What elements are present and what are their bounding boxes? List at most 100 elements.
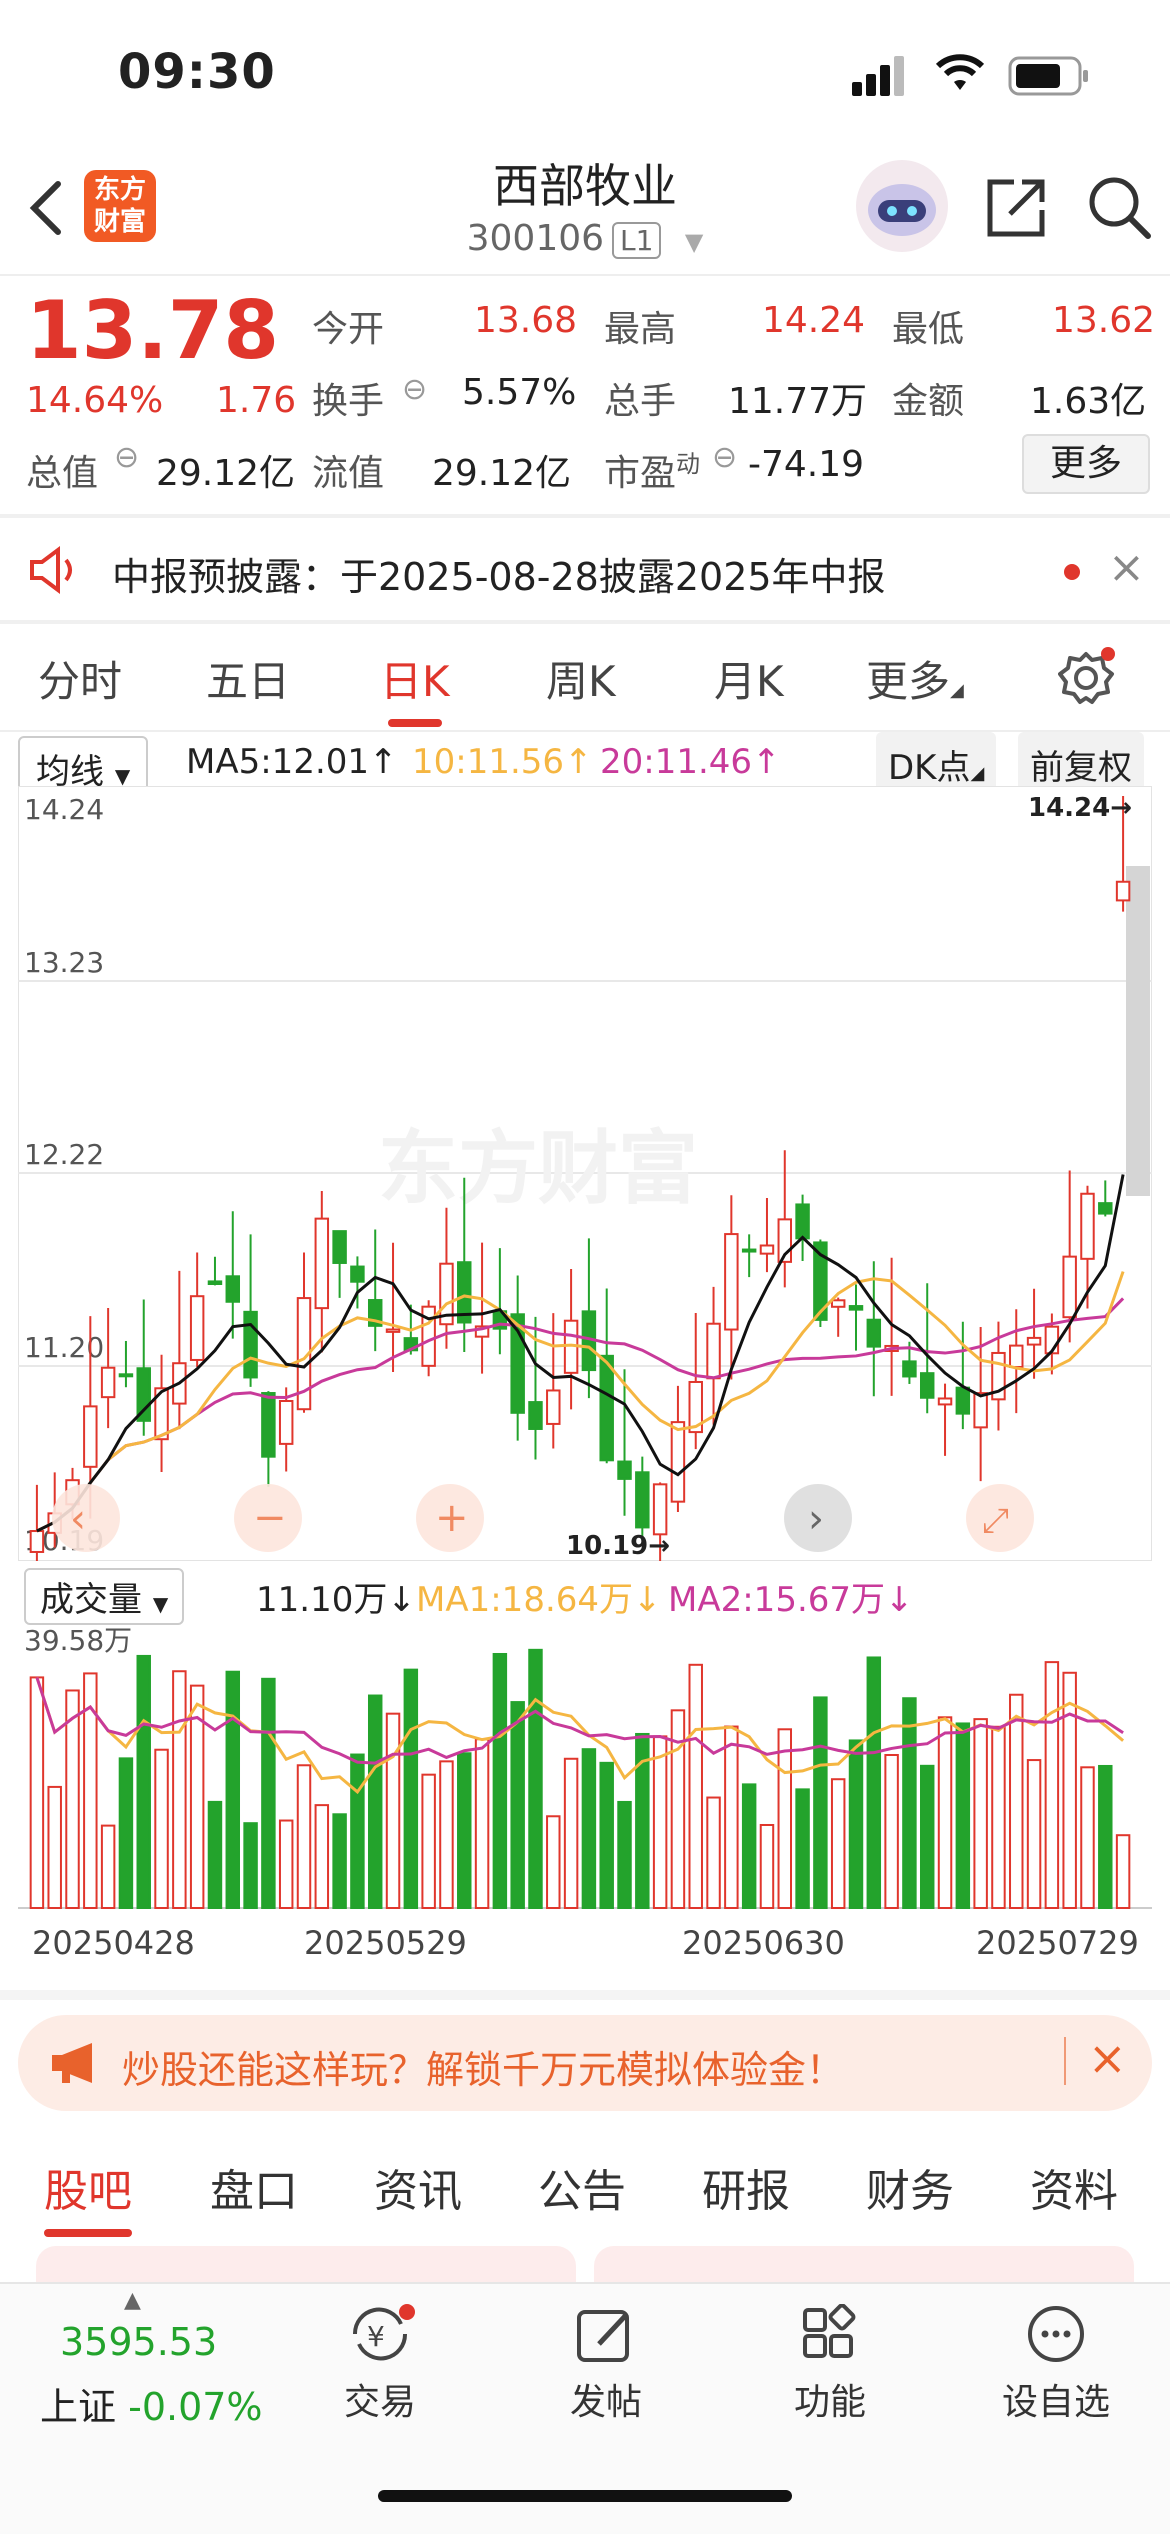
volume-bar: [207, 1800, 223, 1910]
volume-bar: [919, 1764, 935, 1909]
post-label: 发帖: [569, 2382, 642, 2423]
promo-banner[interactable]: 炒股还能这样玩？解锁千万元模拟体验金！ ×: [18, 2015, 1152, 2111]
functions-button[interactable]: 功能: [750, 2303, 910, 2425]
volume-bar: [1062, 1671, 1077, 1909]
index-summary[interactable]: 上证 -0.07%: [40, 2376, 263, 2431]
tab-guba[interactable]: 股吧: [44, 2155, 132, 2237]
unread-dot: [1064, 564, 1080, 580]
tab-research[interactable]: 研报: [702, 2155, 790, 2219]
volume-bar: [439, 1760, 454, 1909]
volume-bar: [296, 1764, 312, 1909]
candle-body: [278, 1399, 294, 1445]
volume-bar: [884, 1753, 899, 1909]
robot-assistant-icon[interactable]: [856, 160, 948, 252]
mktcap-label: 总值: [26, 453, 99, 494]
candle-body: [724, 1233, 739, 1331]
volume-bar: [795, 1788, 810, 1910]
tab-monthly-k[interactable]: 月K: [714, 648, 784, 709]
volume-bar: [724, 1725, 739, 1909]
indicator-select[interactable]: 成交量 ▼: [24, 1568, 185, 1625]
notice-bar[interactable]: 中报预披露：于2025-08-28披露2025年中报 ×: [0, 520, 1170, 620]
volume-bar: [1026, 1759, 1042, 1909]
close-icon[interactable]: ×: [1088, 2031, 1127, 2085]
settings-icon[interactable]: [1058, 646, 1118, 706]
volume-bar: [955, 1722, 971, 1910]
battery-icon: [1008, 56, 1088, 96]
more-circle-icon: [1028, 2306, 1084, 2362]
candle-body: [261, 1392, 276, 1458]
change-percent: 14.64%: [26, 380, 164, 421]
candle-body: [919, 1372, 935, 1399]
post-button[interactable]: 发帖: [526, 2304, 686, 2425]
tab-finance[interactable]: 财务: [866, 2155, 954, 2219]
candlestick-chart[interactable]: 东方财富 14.24 13.23 12.22 11.20 10.19 14.24…: [18, 786, 1152, 1561]
tab-daily-k[interactable]: 日K: [380, 648, 450, 727]
pe-label: 市盈动: [604, 450, 701, 494]
candle-body: [100, 1366, 116, 1399]
turnover-value: 5.57%: [462, 372, 577, 413]
expand-icon[interactable]: ▲: [124, 2288, 141, 2313]
search-icon[interactable]: [1086, 174, 1154, 242]
candle-body: [29, 1530, 45, 1553]
volume-bar: [617, 1800, 632, 1909]
vol-ma1: MA1:18.64万↓: [416, 1580, 662, 1620]
trade-icon: ¥: [352, 2304, 415, 2361]
add-watchlist-button[interactable]: 设自选: [976, 2304, 1136, 2425]
volume-bar: [759, 1823, 775, 1909]
candle-body: [830, 1299, 846, 1308]
candle-body: [1115, 880, 1131, 902]
fullscreen-button[interactable]: ⤢: [966, 1484, 1034, 1552]
period-tabs: 分时 五日 日K 周K 月K 更多◢: [0, 620, 1170, 730]
zoom-in-button[interactable]: +: [416, 1484, 484, 1552]
amount-value: 1.63亿: [1030, 381, 1147, 422]
mktcap-value: 29.12亿: [156, 453, 296, 494]
tab-announcements[interactable]: 公告: [538, 2155, 626, 2219]
tab-profile[interactable]: 资料: [1030, 2155, 1118, 2219]
vol-ma2: MA2:15.67万↓: [668, 1580, 914, 1620]
scroll-indicator[interactable]: [1126, 866, 1150, 1196]
index-value[interactable]: 3595.53: [60, 2320, 217, 2364]
info-icon[interactable]: ⊖: [712, 440, 737, 475]
candle-body: [83, 1405, 98, 1468]
candle-body: [741, 1248, 757, 1253]
share-icon[interactable]: [984, 176, 1048, 240]
volume-bar: [1009, 1693, 1024, 1910]
candle-body: [795, 1203, 810, 1240]
volume-bar: [937, 1716, 953, 1910]
volume-value: 11.10万↓: [256, 1580, 416, 1620]
candle-body: [1026, 1336, 1042, 1346]
tab-news[interactable]: 资讯: [374, 2155, 462, 2219]
volume-bar: [261, 1677, 276, 1909]
scroll-right-button[interactable]: ›: [784, 1484, 852, 1552]
more-button[interactable]: 更多: [1022, 434, 1150, 494]
tab-pankou[interactable]: 盘口: [210, 2155, 298, 2219]
tab-intraday[interactable]: 分时: [38, 648, 122, 709]
volume-bar: [1098, 1764, 1113, 1909]
svg-text:¥: ¥: [367, 2320, 385, 2353]
y-tick-label: 13.23: [24, 946, 104, 979]
candle-body: [1098, 1202, 1113, 1215]
info-icon[interactable]: ⊖: [402, 372, 427, 407]
info-icon[interactable]: ⊖: [114, 440, 139, 475]
scroll-left-button[interactable]: ‹: [52, 1484, 120, 1552]
dropdown-icon[interactable]: ▼: [685, 228, 703, 256]
volume-bar: [225, 1670, 241, 1909]
tab-weekly-k[interactable]: 周K: [546, 648, 616, 709]
x-tick-label: 20250428: [32, 1924, 195, 1962]
candle-body: [635, 1471, 650, 1529]
edit-icon: [577, 2310, 629, 2362]
candle-body: [385, 1328, 401, 1333]
current-price: 13.78: [26, 284, 280, 377]
tab-more[interactable]: 更多◢: [866, 648, 964, 709]
close-icon[interactable]: ×: [1108, 542, 1145, 593]
zoom-out-button[interactable]: −: [234, 1484, 302, 1552]
open-value: 13.68: [474, 300, 578, 341]
volume-label: 总手: [604, 381, 677, 422]
volume-chart[interactable]: 39.58万: [18, 1618, 1152, 1918]
trade-button[interactable]: ¥ 交易: [300, 2304, 460, 2425]
volume-bar: [47, 1785, 62, 1910]
candle-body: [243, 1310, 258, 1379]
y-tick-label: 14.24: [24, 793, 104, 826]
volume-bar: [332, 1813, 347, 1909]
tab-5day[interactable]: 五日: [206, 648, 290, 709]
